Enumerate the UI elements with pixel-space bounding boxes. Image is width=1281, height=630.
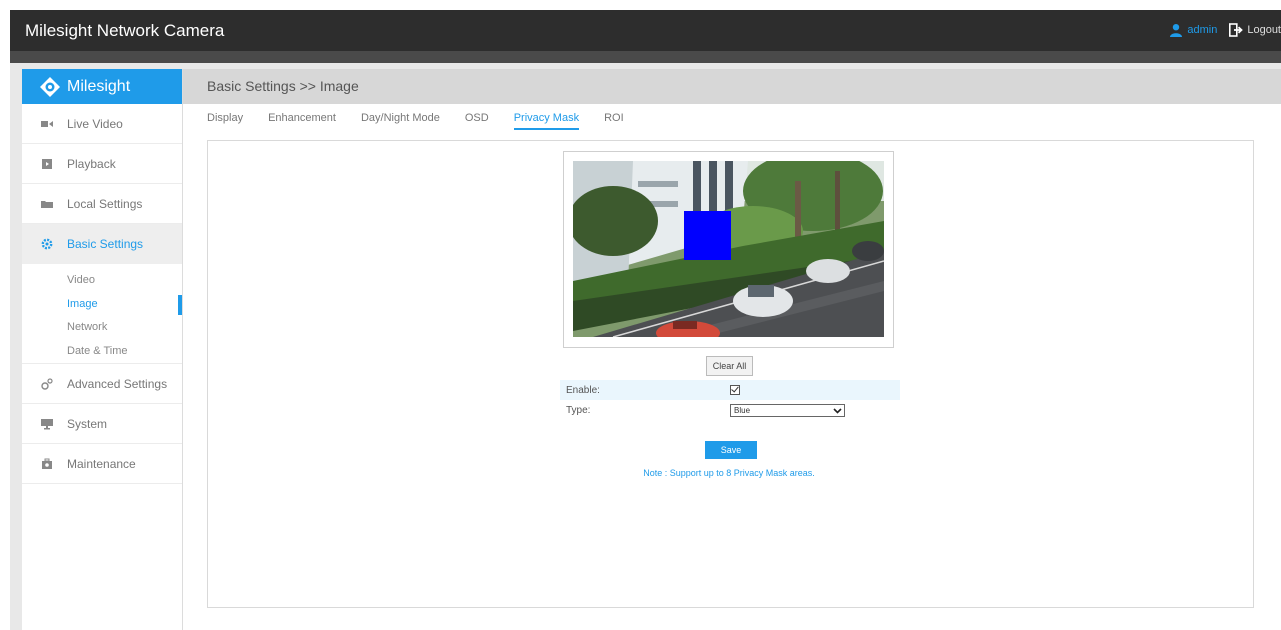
user-area: admin Logout bbox=[1169, 23, 1281, 37]
sidebar-item-label: Local Settings bbox=[67, 196, 143, 211]
type-row: Type: Blue bbox=[560, 400, 900, 420]
sidebar-item-maintenance[interactable]: Maintenance bbox=[22, 444, 182, 484]
username-link[interactable]: admin bbox=[1187, 24, 1217, 36]
sidebar: Milesight Live Video Playback Local Sett… bbox=[22, 69, 183, 630]
enable-row: Enable: bbox=[560, 380, 900, 400]
folder-icon bbox=[41, 200, 53, 208]
sidebar-item-label: Maintenance bbox=[67, 456, 136, 471]
sidebar-item-label: Playback bbox=[67, 156, 116, 171]
privacy-mask-panel: Clear All Enable: Type: Blue Save Note :… bbox=[207, 140, 1254, 608]
privacy-mask-note: Note : Support up to 8 Privacy Mask area… bbox=[643, 468, 815, 478]
video-camera-icon bbox=[41, 120, 53, 127]
main-content: Display Enhancement Day/Night Mode OSD P… bbox=[183, 104, 1281, 630]
tab-enhancement[interactable]: Enhancement bbox=[268, 112, 336, 130]
app-title: Milesight Network Camera bbox=[25, 21, 225, 40]
brand-logo[interactable]: Milesight bbox=[22, 69, 182, 104]
brand-name: Milesight bbox=[67, 77, 131, 95]
privacy-mask-form: Enable: Type: Blue bbox=[560, 380, 900, 420]
milesight-logo-icon bbox=[40, 76, 60, 97]
enable-checkbox[interactable] bbox=[730, 385, 740, 395]
app-frame: Milesight Network Camera admin Logout Mi… bbox=[10, 10, 1281, 630]
clear-all-button[interactable]: Clear All bbox=[706, 356, 753, 376]
sidebar-item-label: Live Video bbox=[67, 116, 123, 131]
tab-osd[interactable]: OSD bbox=[465, 112, 489, 130]
type-select[interactable]: Blue bbox=[730, 403, 845, 417]
sidebar-item-live-video[interactable]: Live Video bbox=[22, 104, 182, 144]
sidebar-subitem-network[interactable]: Network bbox=[22, 316, 182, 340]
sidebar-subitem-image[interactable]: Image bbox=[22, 293, 182, 317]
monitor-icon bbox=[41, 418, 53, 429]
save-button[interactable]: Save bbox=[705, 441, 757, 459]
logout-icon[interactable] bbox=[1229, 23, 1244, 37]
camera-view[interactable] bbox=[573, 161, 884, 337]
sidebar-item-label: Advanced Settings bbox=[67, 376, 168, 391]
type-label: Type: bbox=[566, 404, 591, 416]
privacy-mask-area[interactable] bbox=[684, 211, 731, 260]
sidebar-item-label: System bbox=[67, 416, 108, 431]
playback-icon bbox=[42, 158, 52, 169]
sidebar-item-label: Basic Settings bbox=[67, 237, 144, 251]
sidebar-item-local-settings[interactable]: Local Settings bbox=[22, 184, 182, 224]
header-bar: Milesight Network Camera admin Logout bbox=[10, 10, 1281, 51]
logout-link[interactable]: Logout bbox=[1247, 24, 1281, 36]
tab-day-night-mode[interactable]: Day/Night Mode bbox=[361, 112, 440, 130]
sidebar-item-playback[interactable]: Playback bbox=[22, 144, 182, 184]
sidebar-subitem-video[interactable]: Video bbox=[22, 269, 182, 293]
header-strip bbox=[10, 51, 1281, 63]
tab-display[interactable]: Display bbox=[207, 112, 243, 130]
sidebar-subitem-date-time[interactable]: Date & Time bbox=[22, 340, 182, 364]
sidebar-item-system[interactable]: System bbox=[22, 404, 182, 444]
user-icon bbox=[1170, 24, 1183, 37]
toolbox-icon bbox=[42, 458, 52, 469]
sidebar-item-basic-settings[interactable]: Basic Settings bbox=[22, 224, 182, 264]
type-select-value: Blue bbox=[734, 405, 751, 415]
breadcrumb: Basic Settings >> Image bbox=[183, 69, 1281, 104]
chevron-down-icon bbox=[833, 407, 842, 414]
tab-roi[interactable]: ROI bbox=[604, 112, 624, 130]
camera-scene bbox=[573, 161, 884, 337]
gears-icon bbox=[41, 377, 53, 390]
basic-settings-submenu: Video Image Network Date & Time bbox=[22, 264, 182, 364]
gear-icon bbox=[41, 238, 53, 250]
image-tabs: Display Enhancement Day/Night Mode OSD P… bbox=[207, 112, 649, 130]
sidebar-item-advanced-settings[interactable]: Advanced Settings bbox=[22, 364, 182, 404]
enable-label: Enable: bbox=[566, 384, 600, 396]
video-preview bbox=[563, 151, 894, 348]
tab-privacy-mask[interactable]: Privacy Mask bbox=[513, 112, 580, 130]
